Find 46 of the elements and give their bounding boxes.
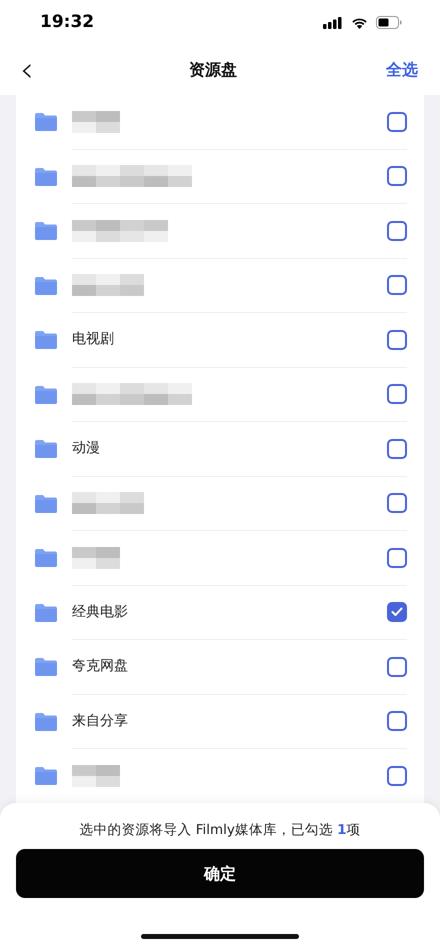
checkbox[interactable] <box>387 220 407 241</box>
folder-icon <box>34 276 58 296</box>
checkbox[interactable] <box>387 656 407 677</box>
folder-name: 电视剧 <box>72 330 114 350</box>
folder-icon <box>34 166 58 187</box>
folder-icon <box>34 384 58 405</box>
checkbox[interactable] <box>387 275 407 296</box>
checkbox[interactable] <box>387 602 407 622</box>
folder-icon <box>34 494 58 514</box>
folder-icon <box>34 112 58 132</box>
back-button[interactable]: ‹ <box>14 53 40 87</box>
checkbox[interactable] <box>387 711 407 732</box>
battery-icon <box>376 16 402 29</box>
signal-icon <box>323 16 343 28</box>
checkbox[interactable] <box>387 112 407 132</box>
confirm-button[interactable]: 确定 <box>16 849 424 898</box>
folder-icon <box>34 439 58 460</box>
checkbox[interactable] <box>387 438 407 459</box>
folder-icon <box>34 766 58 786</box>
blurred-text <box>72 546 120 569</box>
checkbox[interactable] <box>387 330 407 350</box>
checkbox[interactable] <box>387 384 407 404</box>
checkbox[interactable] <box>387 548 407 568</box>
check-icon <box>391 607 403 618</box>
folder-icon <box>34 657 58 678</box>
folder-icon <box>34 602 58 623</box>
checkbox[interactable] <box>387 166 407 186</box>
blurred-text <box>72 764 120 787</box>
folder-icon <box>34 712 58 732</box>
selection-summary: 选中的资源将导入 Filmly媒体库，已勾选 1项 <box>79 822 361 838</box>
folder-name: 经典电影 <box>72 602 128 622</box>
select-all-button[interactable]: 全选 <box>386 58 418 82</box>
folder-icon <box>34 221 58 242</box>
checkbox[interactable] <box>387 493 407 514</box>
folder-icon <box>34 330 58 350</box>
blurred-text <box>72 110 120 133</box>
folder-icon <box>34 548 58 568</box>
folder-name: 来自分享 <box>72 712 128 731</box>
folder-name: 夸克网盘 <box>72 657 128 676</box>
blurred-text <box>72 274 144 296</box>
status-time: 19:32 <box>40 10 94 34</box>
checkbox[interactable] <box>387 766 407 786</box>
blurred-text <box>72 492 144 514</box>
wifi-icon <box>351 16 368 28</box>
page-title: 资源盘 <box>188 59 237 81</box>
folder-name: 动漫 <box>72 439 100 458</box>
